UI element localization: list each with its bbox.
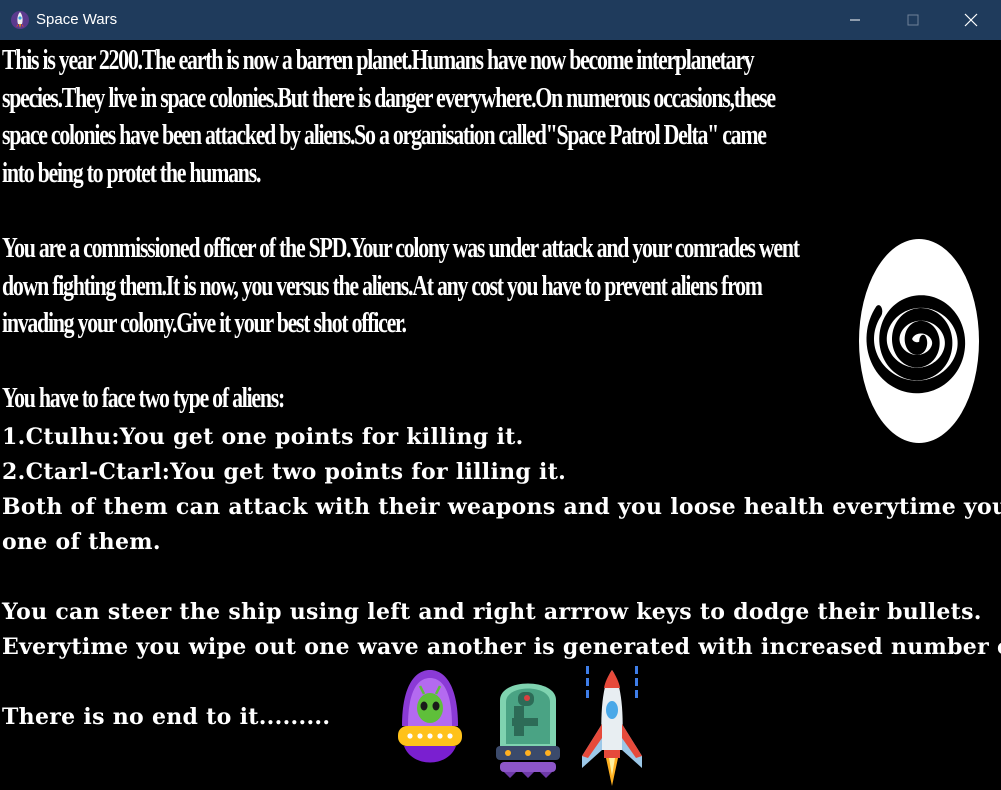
steer-text: You can steer the ship using left and ri… [2, 599, 982, 625]
alien-robot-sprite [496, 683, 560, 778]
close-button[interactable] [942, 0, 1000, 40]
story-line: You are a commissioned officer of the SP… [2, 233, 800, 264]
story-line: species.They live in space colonies.But … [2, 82, 776, 114]
story-line: space colonies have been attacked by ali… [2, 120, 767, 151]
story-line: invading your colony.Give it your best s… [2, 308, 407, 339]
story-line: You have to face two type of aliens: [2, 383, 285, 414]
ending-info: There is no end to it......... [2, 700, 330, 735]
maximize-button[interactable] [884, 0, 942, 40]
alien-ctarl-text: 2.Ctarl-Ctarl:You get two points for lil… [2, 459, 567, 485]
alien-ctulhu-info: 1.Ctulhu:You get one points for killing … [2, 420, 524, 455]
aliens-heading: You have to face two type of aliens: [2, 380, 649, 418]
attack-text: Both of them can attack with their weapo… [2, 494, 1001, 520]
wave-info: Everytime you wipe out one wave another … [2, 630, 1001, 665]
title-bar[interactable]: Space Wars [0, 0, 1001, 40]
steer-info: You can steer the ship using left and ri… [2, 595, 982, 630]
app-window: Space Wars This is year 2200.The earth i… [0, 0, 1001, 790]
alien-ctulhu-text: 1.Ctulhu:You get one points for killing … [2, 424, 524, 450]
spiral-icon [859, 239, 979, 443]
story-line: This is year 2200.The earth is now a bar… [2, 45, 755, 76]
maximize-icon [907, 14, 919, 26]
alien-ctarl-info: 2.Ctarl-Ctarl:You get two points for lil… [2, 455, 566, 490]
story-paragraph-2: You are a commissioned officer of the SP… [2, 230, 800, 343]
app-rocket-icon [10, 10, 30, 30]
player-rocket-sprite [582, 666, 642, 786]
minimize-button[interactable] [826, 0, 884, 40]
wave-text: Everytime you wipe out one wave another … [2, 634, 1001, 660]
window-title: Space Wars [36, 11, 118, 28]
story-line: down fighting them.It is now, you versus… [2, 270, 763, 302]
alien-ufo-sprite [398, 670, 462, 763]
close-icon [964, 13, 978, 27]
story-line: into being to protet the humans. [2, 157, 261, 189]
story-paragraph-1: This is year 2200.The earth is now a bar… [2, 42, 776, 192]
minimize-icon [849, 14, 861, 26]
game-intro-screen: This is year 2200.The earth is now a bar… [0, 40, 1001, 790]
attack-info-line-1: Both of them can attack with their weapo… [2, 490, 1001, 525]
ending-text: There is no end to it......... [2, 704, 331, 730]
attack-text: one of them. [2, 529, 161, 555]
attack-info-line-2: one of them. [2, 525, 161, 560]
